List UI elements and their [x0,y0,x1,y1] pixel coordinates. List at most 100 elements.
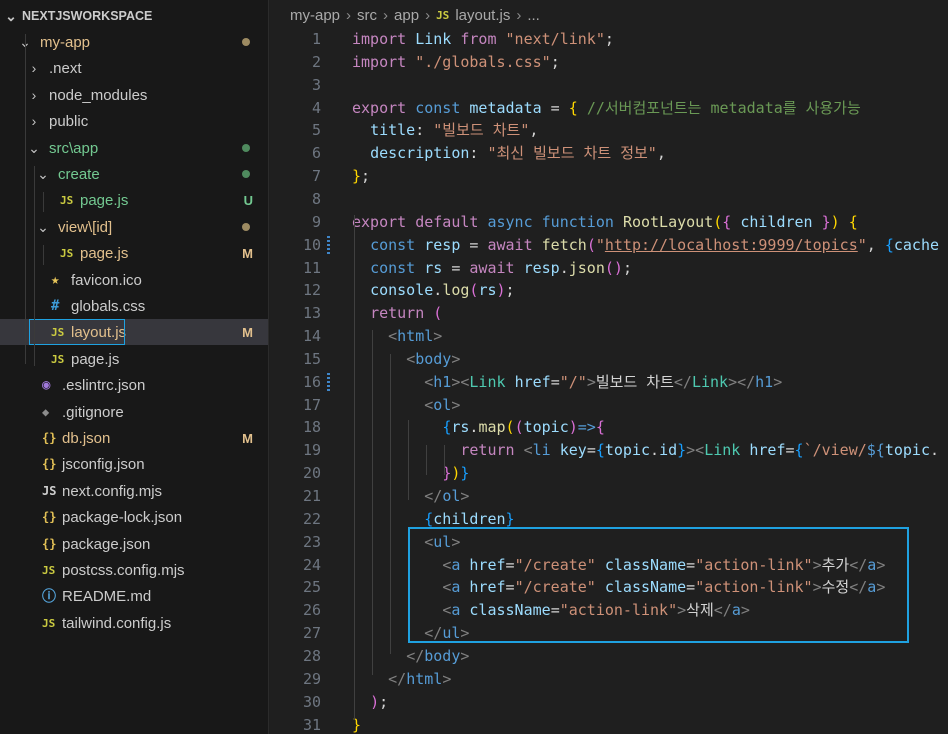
code-text: const rs = await resp.json(); [370,258,632,277]
tree-item[interactable]: ⌄my-app [0,29,268,55]
tree-item[interactable]: ⌄ create [0,161,268,187]
tree-item[interactable]: JS tailwind.config.js [0,610,268,636]
git-status-dot [242,223,250,231]
breadcrumb-item[interactable]: app [394,7,419,24]
js-file-icon: JS [42,616,56,630]
tree-item-label: jsconfig.json [62,455,145,473]
tree-item-label: node_modules [49,86,148,104]
tree-item[interactable]: ⌄ src\app [0,135,268,161]
code-line[interactable]: 6 description: "최신 빌보드 차트 정보", [270,142,948,165]
tree-item-label: view\[id] [58,218,113,236]
breadcrumb-item[interactable]: ... [527,7,540,24]
code-line[interactable]: 13 return ( [270,302,948,325]
chevron-down-icon: ⌄ [28,139,40,156]
code-line[interactable]: 11 const rs = await resp.json(); [270,257,948,280]
tree-item[interactable]: ◉ .eslintrc.json [0,372,268,398]
breadcrumb-item[interactable]: layout.js [455,7,510,24]
tree-item-label: db.json [62,429,111,447]
js-file-icon: JS [60,246,74,260]
git-status-dot [242,144,250,152]
tree-item[interactable]: ◆ .gitignore [0,399,268,425]
code-line[interactable]: 7}; [270,165,948,188]
tree-item[interactable]: {} package.json [0,531,268,557]
code-text: import Link from "next/link"; [352,30,614,48]
breadcrumb-item[interactable]: my-app [290,7,340,24]
code-text: <h1><Link href="/">빌보드 차트</Link></h1> [424,372,783,391]
tree-item[interactable]: ★ favicon.ico [0,267,268,293]
tree-item[interactable]: JS next.config.mjs [0,478,268,504]
line-number: 11 [302,258,321,277]
indent-guide [426,445,427,475]
line-number: 18 [302,418,321,437]
tree-item[interactable]: {} jsconfig.json [0,451,268,477]
tree-item[interactable]: ⓘ README.md [0,583,268,609]
tree-item[interactable]: {} package-lock.json [0,504,268,530]
tree-item-label: public [49,112,89,130]
code-line[interactable]: 1 import Link from "next/link"; [270,28,948,51]
line-number: 15 [302,349,321,368]
code-line[interactable]: 5 title: "빌보드 차트", [270,119,948,142]
code-line[interactable]: 4 export const metadata = { //서버컴포넌트는 met… [270,97,948,120]
code-text: </html> [388,669,452,688]
json-file-icon: {} [42,457,57,471]
tree-item-label: page.js [80,244,129,262]
tree-item-label: src\app [49,139,99,157]
js-file-icon: JS [42,563,56,577]
tree-item[interactable]: JS page.js M [0,240,268,266]
tree-item[interactable]: JS page.js U [0,187,268,213]
tree-indent-guide [25,34,26,364]
code-line[interactable]: 2 import "./globals.css"; [270,51,948,74]
info-icon: ⓘ [42,589,56,605]
line-number: 30 [302,692,321,711]
json-file-icon: {} [42,510,57,524]
git-status-badge: M [242,245,253,261]
code-line[interactable]: 12 console.log(rs); [270,279,948,302]
tree-item[interactable]: JS page.js [0,346,268,372]
breadcrumb-item[interactable]: src [357,7,377,24]
code-text: ); [370,692,389,711]
tree-item-label: package.json [62,535,151,553]
line-number: 1 [311,30,321,48]
tree-item-label: .next [49,59,82,77]
code-line[interactable]: 31} [270,714,948,734]
git-icon: ◆ [42,405,50,419]
tree-item[interactable]: › public [0,108,268,134]
js-file-icon: JS [51,352,65,366]
js-file-icon: JS [436,9,450,22]
line-number: 14 [302,327,321,346]
code-text: return ( [370,304,443,323]
tree-item-label: page.js [80,191,129,209]
line-number: 22 [302,509,321,528]
code-line[interactable]: 30 ); [270,691,948,714]
code-line[interactable]: 10 const resp = await fetch("http://loca… [270,234,948,257]
code-line[interactable]: 9 export default async function RootLayou… [270,211,948,234]
workspace-header[interactable]: ⌄ NEXTJSWORKSPACE [0,3,268,29]
tree-item[interactable]: # globals.css [0,293,268,319]
tree-item[interactable]: › node_modules [0,82,268,108]
workspace-title: NEXTJSWORKSPACE [22,9,153,23]
tree-item[interactable]: ⌄ view\[id] [0,214,268,240]
line-number: 25 [302,578,321,597]
breadcrumb: my-app › src › app › JS layout.js ›... [290,7,540,24]
tree-item[interactable]: {} db.json M [0,425,268,451]
git-status-dot [242,38,250,46]
tree-indent-guide [43,192,44,212]
tree-item[interactable]: JS layout.js M [0,319,268,345]
code-text: <body> [406,349,461,368]
tree-item-label: tailwind.config.js [62,614,172,632]
line-number: 21 [302,487,321,505]
modified-line-marker [327,372,330,392]
tree-item[interactable]: JS postcss.config.mjs [0,557,268,583]
code-line[interactable]: 3 [270,74,948,97]
json-file-icon: {} [42,431,57,445]
line-number: 8 [311,189,321,208]
git-status-dot [242,170,250,178]
line-number: 3 [311,75,321,94]
code-text: title: "빌보드 차트", [370,121,539,140]
favicon-icon: ★ [51,272,60,288]
code-line[interactable]: 8 [270,188,948,211]
line-number: 28 [302,646,321,665]
tree-item[interactable]: › .next [0,55,268,81]
modified-line-marker [327,235,330,255]
selection-outline [29,319,125,345]
